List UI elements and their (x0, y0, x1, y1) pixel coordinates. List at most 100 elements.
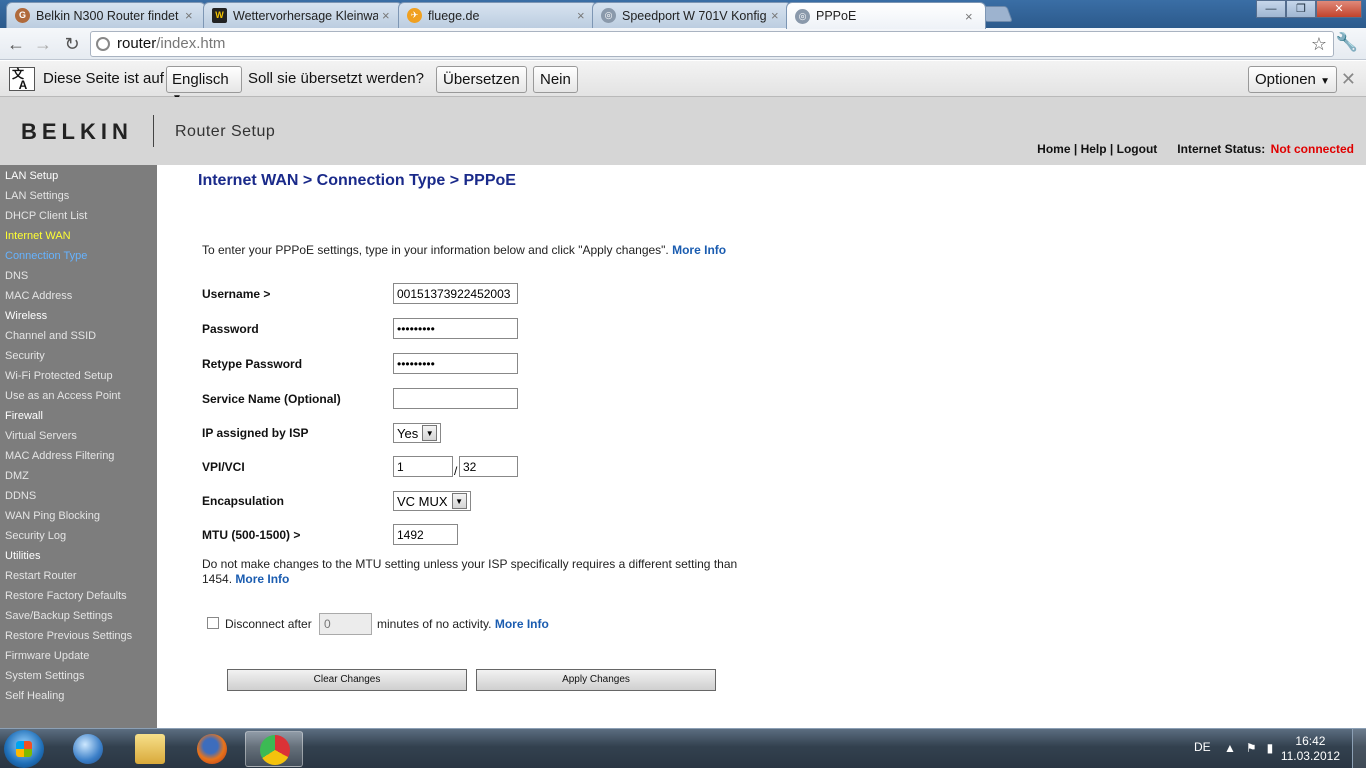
no-translate-button[interactable]: Nein (533, 66, 578, 93)
password-input[interactable] (393, 318, 518, 339)
language-select[interactable]: Englisch ▼ (166, 66, 242, 104)
sidebar-item[interactable]: Security Log (5, 530, 66, 542)
sidebar-item[interactable]: Utilities (5, 550, 40, 562)
mtu-input[interactable] (393, 524, 458, 545)
tab-close-icon[interactable]: × (185, 8, 197, 23)
taskbar-firefox[interactable] (183, 731, 241, 767)
ip-assigned-select[interactable]: Yes ▼ (393, 423, 442, 443)
translate-options-button[interactable]: Optionen ▼ (1248, 66, 1337, 93)
taskbar-chrome[interactable] (245, 731, 303, 767)
translate-icon: 文 A (9, 67, 35, 91)
vci-input[interactable] (459, 456, 518, 477)
forward-arrow-icon[interactable]: → (31, 32, 55, 56)
vpi-input[interactable] (393, 456, 453, 477)
sidebar-item[interactable]: Wireless (5, 310, 47, 322)
tab-belkin-router[interactable]: G Belkin N300 Router findet ke × (6, 2, 206, 28)
help-link[interactable]: Help (1081, 142, 1107, 156)
sidebar-item[interactable]: DHCP Client List (5, 210, 87, 222)
sidebar-item[interactable]: Restore Factory Defaults (5, 590, 127, 602)
sidebar-item[interactable]: DNS (5, 270, 28, 282)
page-globe-icon (96, 37, 110, 51)
service-name-input[interactable] (393, 388, 518, 409)
tab-close-icon[interactable]: × (382, 8, 394, 23)
mtu-note: Do not make changes to the MTU setting u… (202, 557, 742, 587)
sidebar-item[interactable]: Firmware Update (5, 650, 89, 662)
sidebar-item[interactable]: MAC Address (5, 290, 72, 302)
sidebar-item[interactable]: Internet WAN (5, 230, 71, 242)
sidebar-item[interactable]: Save/Backup Settings (5, 610, 113, 622)
retype-password-input[interactable] (393, 353, 518, 374)
google-favicon-icon: G (15, 8, 30, 23)
sidebar-item[interactable]: Firewall (5, 410, 43, 422)
sidebar-item[interactable]: MAC Address Filtering (5, 450, 114, 462)
username-input[interactable] (393, 283, 518, 304)
show-hidden-icon[interactable]: ▲ (1224, 741, 1246, 755)
more-info-link[interactable]: More Info (495, 617, 549, 631)
sidebar-item[interactable]: LAN Setup (5, 170, 58, 182)
show-desktop-button[interactable] (1352, 729, 1366, 768)
reload-icon[interactable]: ↻ (60, 32, 84, 56)
sidebar-item[interactable]: Self Healing (5, 690, 64, 702)
service-name-label: Service Name (Optional) (202, 392, 341, 406)
sidebar-item[interactable]: Connection Type (5, 250, 87, 262)
tab-close-icon[interactable]: × (577, 8, 589, 23)
tab-close-icon[interactable]: × (771, 8, 783, 23)
router-header: BELKIN Router Setup Home | Help | Logout… (0, 97, 1366, 165)
address-bar[interactable]: router/index.htm ☆ (90, 31, 1334, 57)
taskbar-thunderbird[interactable] (59, 731, 117, 767)
disconnect-minutes-input[interactable] (319, 613, 372, 635)
action-center-flag-icon[interactable]: ⚑ (1246, 741, 1267, 755)
taskbar-clock[interactable]: 16:42 11.03.2012 (1281, 734, 1340, 764)
internet-status-label: Internet Status: (1177, 142, 1266, 156)
bookmark-star-icon[interactable]: ☆ (1311, 32, 1327, 56)
internet-status-value: Not connected (1270, 142, 1354, 156)
tab-fluege[interactable]: ✈ fluege.de × (398, 2, 598, 28)
weather-favicon-icon: W (212, 8, 227, 23)
disconnect-suffix: minutes of no activity. More Info (377, 617, 549, 631)
minimize-icon[interactable]: — (1256, 0, 1286, 18)
window-close-icon[interactable]: ✕ (1316, 0, 1362, 18)
start-button[interactable] (4, 730, 44, 768)
username-label: Username > (202, 287, 271, 301)
maximize-icon[interactable]: ❐ (1286, 0, 1316, 18)
more-info-link[interactable]: More Info (672, 243, 726, 257)
tab-wettervorhersage[interactable]: W Wettervorhersage Kleinwals × (203, 2, 403, 28)
home-link[interactable]: Home (1037, 142, 1070, 156)
sidebar-item[interactable]: WAN Ping Blocking (5, 510, 100, 522)
sidebar-item[interactable]: Wi-Fi Protected Setup (5, 370, 113, 382)
sidebar-item[interactable]: LAN Settings (5, 190, 69, 202)
ip-assigned-label: IP assigned by ISP (202, 426, 309, 440)
sidebar-item[interactable]: Channel and SSID (5, 330, 96, 342)
mail-bird-icon (73, 734, 103, 764)
tab-pppoe[interactable]: ◎ PPPoE × (786, 2, 986, 29)
sidebar-item[interactable]: System Settings (5, 670, 84, 682)
logout-link[interactable]: Logout (1117, 142, 1158, 156)
tab-title: Speedport W 701V Konfigur (622, 8, 767, 23)
intro-text: To enter your PPPoE settings, type in yo… (202, 243, 726, 257)
mtu-label: MTU (500-1500) > (202, 528, 301, 542)
taskbar-explorer[interactable] (121, 731, 179, 767)
sidebar-item[interactable]: Restart Router (5, 570, 77, 582)
tab-speedport[interactable]: ◎ Speedport W 701V Konfigur × (592, 2, 792, 28)
disconnect-checkbox[interactable] (207, 617, 219, 629)
sidebar-item[interactable]: Virtual Servers (5, 430, 77, 442)
sidebar-item[interactable]: Security (5, 350, 45, 362)
encapsulation-select[interactable]: VC MUX ▼ (393, 491, 471, 511)
translate-question-text: Soll sie übersetzt werden? (248, 70, 424, 87)
windows-taskbar: DE ▲⚑▮ 16:42 11.03.2012 (0, 728, 1366, 768)
options-label: Optionen (1255, 71, 1316, 88)
sidebar-item[interactable]: Restore Previous Settings (5, 630, 132, 642)
close-icon[interactable]: ✕ (1341, 69, 1356, 90)
translate-button[interactable]: Übersetzen (436, 66, 527, 93)
wrench-menu-icon[interactable]: 🔧 (1336, 32, 1358, 53)
apply-changes-button[interactable]: Apply Changes (476, 669, 716, 691)
sidebar-item[interactable]: DDNS (5, 490, 36, 502)
tab-close-icon[interactable]: × (965, 9, 977, 24)
sidebar-item[interactable]: DMZ (5, 470, 29, 482)
breadcrumb: Internet WAN > Connection Type > PPPoE (198, 172, 516, 189)
sidebar-item[interactable]: Use as an Access Point (5, 390, 121, 402)
back-arrow-icon[interactable]: ← (4, 32, 28, 56)
language-indicator[interactable]: DE (1194, 740, 1211, 754)
clear-changes-button[interactable]: Clear Changes (227, 669, 467, 691)
more-info-link[interactable]: More Info (235, 572, 289, 586)
